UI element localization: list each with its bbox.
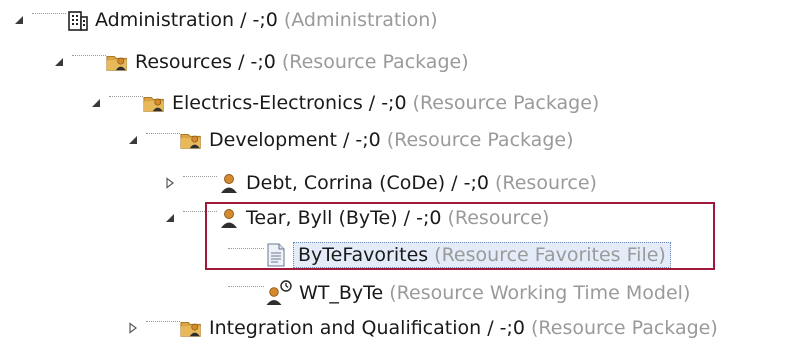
node-type: (Resource)	[494, 172, 597, 194]
node-name: Administration / -;0	[95, 9, 278, 31]
tree-node-electrics-electronics[interactable]: Electrics-Electronics / -;0 (Resource Pa…	[89, 89, 599, 117]
tree-node-development[interactable]: Development / -;0 (Resource Package)	[126, 126, 574, 154]
node-name: Debt, Corrina (CoDe) / -;0	[246, 172, 489, 194]
resource-tree[interactable]: Administration / -;0 (Administration) Re…	[0, 0, 797, 345]
expand-toggle-icon[interactable]	[163, 211, 177, 225]
node-type: (Resource Favorites File)	[434, 244, 666, 266]
tree-connector	[183, 175, 217, 191]
person-icon	[217, 171, 241, 195]
tree-connector	[32, 12, 66, 28]
node-name: Integration and Qualification / -;0	[209, 317, 525, 339]
person-icon	[217, 206, 241, 230]
tree-node-integration-qualification[interactable]: Integration and Qualification / -;0 (Res…	[126, 314, 718, 342]
node-type: (Resource Package)	[386, 129, 574, 151]
node-type: (Resource Package)	[281, 51, 469, 73]
folder-person-icon	[143, 91, 167, 115]
expand-toggle-icon[interactable]	[126, 133, 140, 147]
node-name: WT_ByTe	[299, 282, 384, 304]
tree-connector	[109, 95, 143, 111]
expand-toggle-icon[interactable]	[52, 55, 66, 69]
node-type: (Resource Package)	[531, 317, 718, 339]
tree-connector	[228, 285, 264, 301]
node-name: Development / -;0	[209, 129, 381, 151]
node-type: (Resource Working Time Model)	[389, 282, 691, 304]
expand-toggle-icon[interactable]	[89, 96, 103, 110]
expand-toggle-icon[interactable]	[163, 176, 177, 190]
tree-connector	[146, 132, 180, 148]
tree-connector	[228, 247, 264, 263]
folder-person-icon	[180, 128, 204, 152]
building-icon	[66, 8, 90, 32]
folder-person-icon	[180, 316, 204, 340]
expand-toggle-icon[interactable]	[12, 13, 26, 27]
tree-node-tear-byll[interactable]: Tear, Byll (ByTe) / -;0 (Resource)	[163, 204, 549, 232]
node-name: ByTeFavorites	[298, 244, 429, 266]
node-type: (Resource)	[447, 207, 550, 229]
folder-person-icon	[106, 50, 130, 74]
node-name: Electrics-Electronics / -;0	[172, 92, 407, 114]
node-name: Tear, Byll (ByTe) / -;0	[246, 207, 442, 229]
tree-node-resources[interactable]: Resources / -;0 (Resource Package)	[52, 48, 469, 76]
node-type: (Resource Package)	[412, 92, 600, 114]
tree-node-administration[interactable]: Administration / -;0 (Administration)	[12, 6, 438, 34]
tree-connector	[183, 210, 217, 226]
node-name: Resources / -;0	[135, 51, 276, 73]
tree-connector	[146, 320, 180, 336]
node-type: (Administration)	[283, 9, 438, 31]
tree-connector	[72, 54, 106, 70]
person-clock-icon	[264, 280, 294, 305]
tree-node-bytefavorites[interactable]: ByTeFavorites (Resource Favorites File)	[228, 241, 671, 269]
tree-node-debt-corrina[interactable]: Debt, Corrina (CoDe) / -;0 (Resource)	[163, 169, 597, 197]
expand-toggle-icon[interactable]	[126, 321, 140, 335]
tree-node-wt-byte[interactable]: WT_ByTe (Resource Working Time Model)	[228, 279, 690, 307]
selected-node-label[interactable]: ByTeFavorites (Resource Favorites File)	[293, 242, 671, 268]
document-icon	[264, 243, 288, 267]
